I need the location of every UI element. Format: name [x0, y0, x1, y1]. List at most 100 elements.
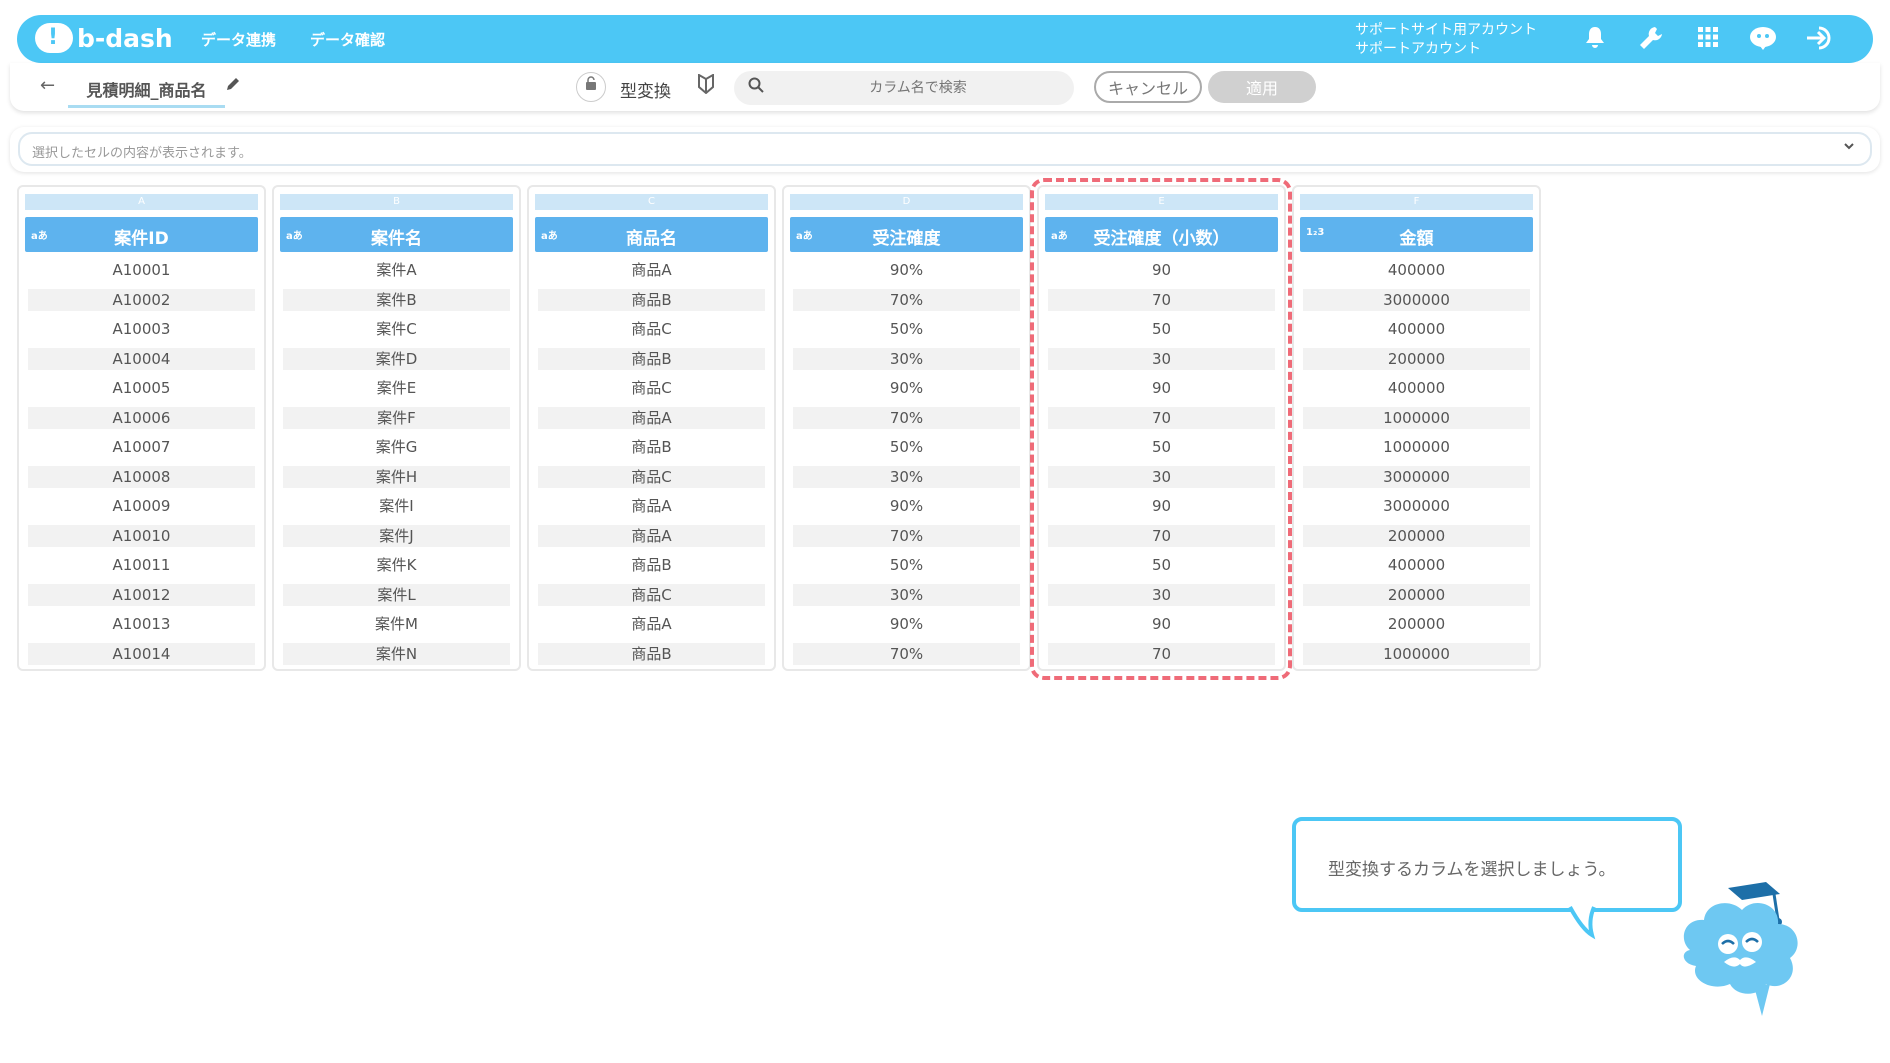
cancel-button[interactable]: キャンセル	[1094, 71, 1202, 103]
grid-icon[interactable]	[1693, 25, 1723, 55]
column-header[interactable]: 商品名 aあ	[535, 217, 768, 252]
table-cell[interactable]: 3000000	[1303, 288, 1530, 311]
table-cell[interactable]: 案件H	[283, 465, 510, 488]
table-cell[interactable]: 商品A	[538, 495, 765, 517]
table-cell[interactable]: 商品B	[538, 554, 765, 576]
table-cell[interactable]: A10003	[28, 318, 255, 340]
table-cell[interactable]: 90%	[793, 495, 1020, 517]
table-cell[interactable]: A10009	[28, 495, 255, 517]
table-cell[interactable]: 1000000	[1303, 642, 1530, 665]
table-cell[interactable]: A10014	[28, 642, 255, 665]
table-cell[interactable]: 案件M	[283, 613, 510, 635]
column-header[interactable]: 案件ID aあ	[25, 217, 258, 252]
table-cell[interactable]: 400000	[1303, 259, 1530, 281]
table-cell[interactable]: 商品B	[538, 288, 765, 311]
table-cell[interactable]: 案件B	[283, 288, 510, 311]
table-cell[interactable]: 案件E	[283, 377, 510, 399]
table-cell[interactable]: A10001	[28, 259, 255, 281]
column-e[interactable]: E 受注確度（小数） aあ 90 70 50 30 90 70 50 30 90 70 50 30 90 70	[1037, 185, 1286, 671]
table-cell[interactable]: 90	[1048, 613, 1275, 635]
table-cell[interactable]: 90%	[793, 377, 1020, 399]
back-arrow-icon[interactable]: ←	[40, 75, 55, 96]
column-header[interactable]: 案件名 aあ	[280, 217, 513, 252]
table-cell[interactable]: 50	[1048, 436, 1275, 458]
table-cell[interactable]: 案件K	[283, 554, 510, 576]
table-cell[interactable]: 70	[1048, 406, 1275, 429]
table-cell[interactable]: A10012	[28, 583, 255, 606]
table-cell[interactable]: 90	[1048, 377, 1275, 399]
beginner-mark-icon[interactable]	[698, 73, 714, 99]
table-cell[interactable]: 30	[1048, 347, 1275, 370]
table-cell[interactable]: 商品C	[538, 318, 765, 340]
dataset-title[interactable]: 見積明細_商品名	[68, 77, 225, 108]
table-cell[interactable]: A10006	[28, 406, 255, 429]
column-b[interactable]: B 案件名 aあ 案件A 案件B 案件C 案件D 案件E 案件F 案件G 案件H 案件I 案件J 案件K 案…	[272, 185, 521, 671]
table-cell[interactable]: 商品C	[538, 377, 765, 399]
table-cell[interactable]: 200000	[1303, 613, 1530, 635]
table-cell[interactable]: 商品B	[538, 436, 765, 458]
table-cell[interactable]: 200000	[1303, 583, 1530, 606]
account-info[interactable]: サポートサイト用アカウント サポートアカウント	[1355, 21, 1537, 59]
table-cell[interactable]: A10007	[28, 436, 255, 458]
table-cell[interactable]: 400000	[1303, 377, 1530, 399]
table-cell[interactable]: 50%	[793, 554, 1020, 576]
table-cell[interactable]: 商品A	[538, 524, 765, 547]
column-a[interactable]: A 案件ID aあ A10001 A10002 A10003 A10004 A10005 A10…	[17, 185, 266, 671]
table-cell[interactable]: 案件A	[283, 259, 510, 281]
table-cell[interactable]: 商品C	[538, 583, 765, 606]
table-cell[interactable]: 商品B	[538, 642, 765, 665]
column-c[interactable]: C 商品名 aあ 商品A 商品B 商品C 商品B 商品C 商品A 商品B 商品C 商品A 商品A 商品B 商…	[527, 185, 776, 671]
table-cell[interactable]: A10013	[28, 613, 255, 635]
table-cell[interactable]: 70	[1048, 642, 1275, 665]
nav-data-integration[interactable]: データ連携	[201, 29, 276, 50]
column-search-input[interactable]	[778, 76, 1058, 100]
column-f[interactable]: F 金額 1₂3 400000 3000000 400000 200000 400000 100…	[1292, 185, 1541, 671]
nav-data-check[interactable]: データ確認	[310, 29, 385, 50]
table-cell[interactable]: 200000	[1303, 524, 1530, 547]
table-cell[interactable]: 70%	[793, 406, 1020, 429]
table-cell[interactable]: 90	[1048, 495, 1275, 517]
table-cell[interactable]: 50%	[793, 436, 1020, 458]
table-cell[interactable]: 70%	[793, 642, 1020, 665]
table-cell[interactable]: 案件L	[283, 583, 510, 606]
table-cell[interactable]: 30	[1048, 465, 1275, 488]
table-cell[interactable]: 1000000	[1303, 406, 1530, 429]
table-cell[interactable]: 商品A	[538, 259, 765, 281]
table-cell[interactable]: 50	[1048, 318, 1275, 340]
cell-content-field[interactable]: 選択したセルの内容が表示されます。	[18, 132, 1872, 166]
table-cell[interactable]: 案件D	[283, 347, 510, 370]
table-cell[interactable]: A10011	[28, 554, 255, 576]
table-cell[interactable]: 案件F	[283, 406, 510, 429]
table-cell[interactable]: A10004	[28, 347, 255, 370]
logo[interactable]: ! b-dash	[35, 23, 173, 53]
table-cell[interactable]: 50	[1048, 554, 1275, 576]
table-cell[interactable]: A10010	[28, 524, 255, 547]
table-cell[interactable]: 1000000	[1303, 436, 1530, 458]
table-cell[interactable]: 商品A	[538, 406, 765, 429]
wrench-icon[interactable]	[1636, 25, 1666, 55]
column-header[interactable]: 受注確度 aあ	[790, 217, 1023, 252]
table-cell[interactable]: 400000	[1303, 554, 1530, 576]
chat-mascot-icon[interactable]	[1748, 25, 1778, 55]
table-cell[interactable]: A10008	[28, 465, 255, 488]
table-cell[interactable]: 案件C	[283, 318, 510, 340]
bell-icon[interactable]	[1580, 25, 1610, 55]
table-cell[interactable]: 30%	[793, 347, 1020, 370]
table-cell[interactable]: 商品A	[538, 613, 765, 635]
table-cell[interactable]: 200000	[1303, 347, 1530, 370]
table-cell[interactable]: 3000000	[1303, 465, 1530, 488]
table-cell[interactable]: 30%	[793, 465, 1020, 488]
column-header[interactable]: 金額 1₂3	[1300, 217, 1533, 252]
table-cell[interactable]: 商品C	[538, 465, 765, 488]
table-cell[interactable]: 70	[1048, 524, 1275, 547]
table-cell[interactable]: 案件J	[283, 524, 510, 547]
table-cell[interactable]: 70%	[793, 524, 1020, 547]
table-cell[interactable]: 3000000	[1303, 495, 1530, 517]
table-cell[interactable]: 案件G	[283, 436, 510, 458]
table-cell[interactable]: 70%	[793, 288, 1020, 311]
table-cell[interactable]: 案件I	[283, 495, 510, 517]
table-cell[interactable]: 50%	[793, 318, 1020, 340]
column-header[interactable]: 受注確度（小数） aあ	[1045, 217, 1278, 252]
table-cell[interactable]: 30%	[793, 583, 1020, 606]
table-cell[interactable]: 90	[1048, 259, 1275, 281]
